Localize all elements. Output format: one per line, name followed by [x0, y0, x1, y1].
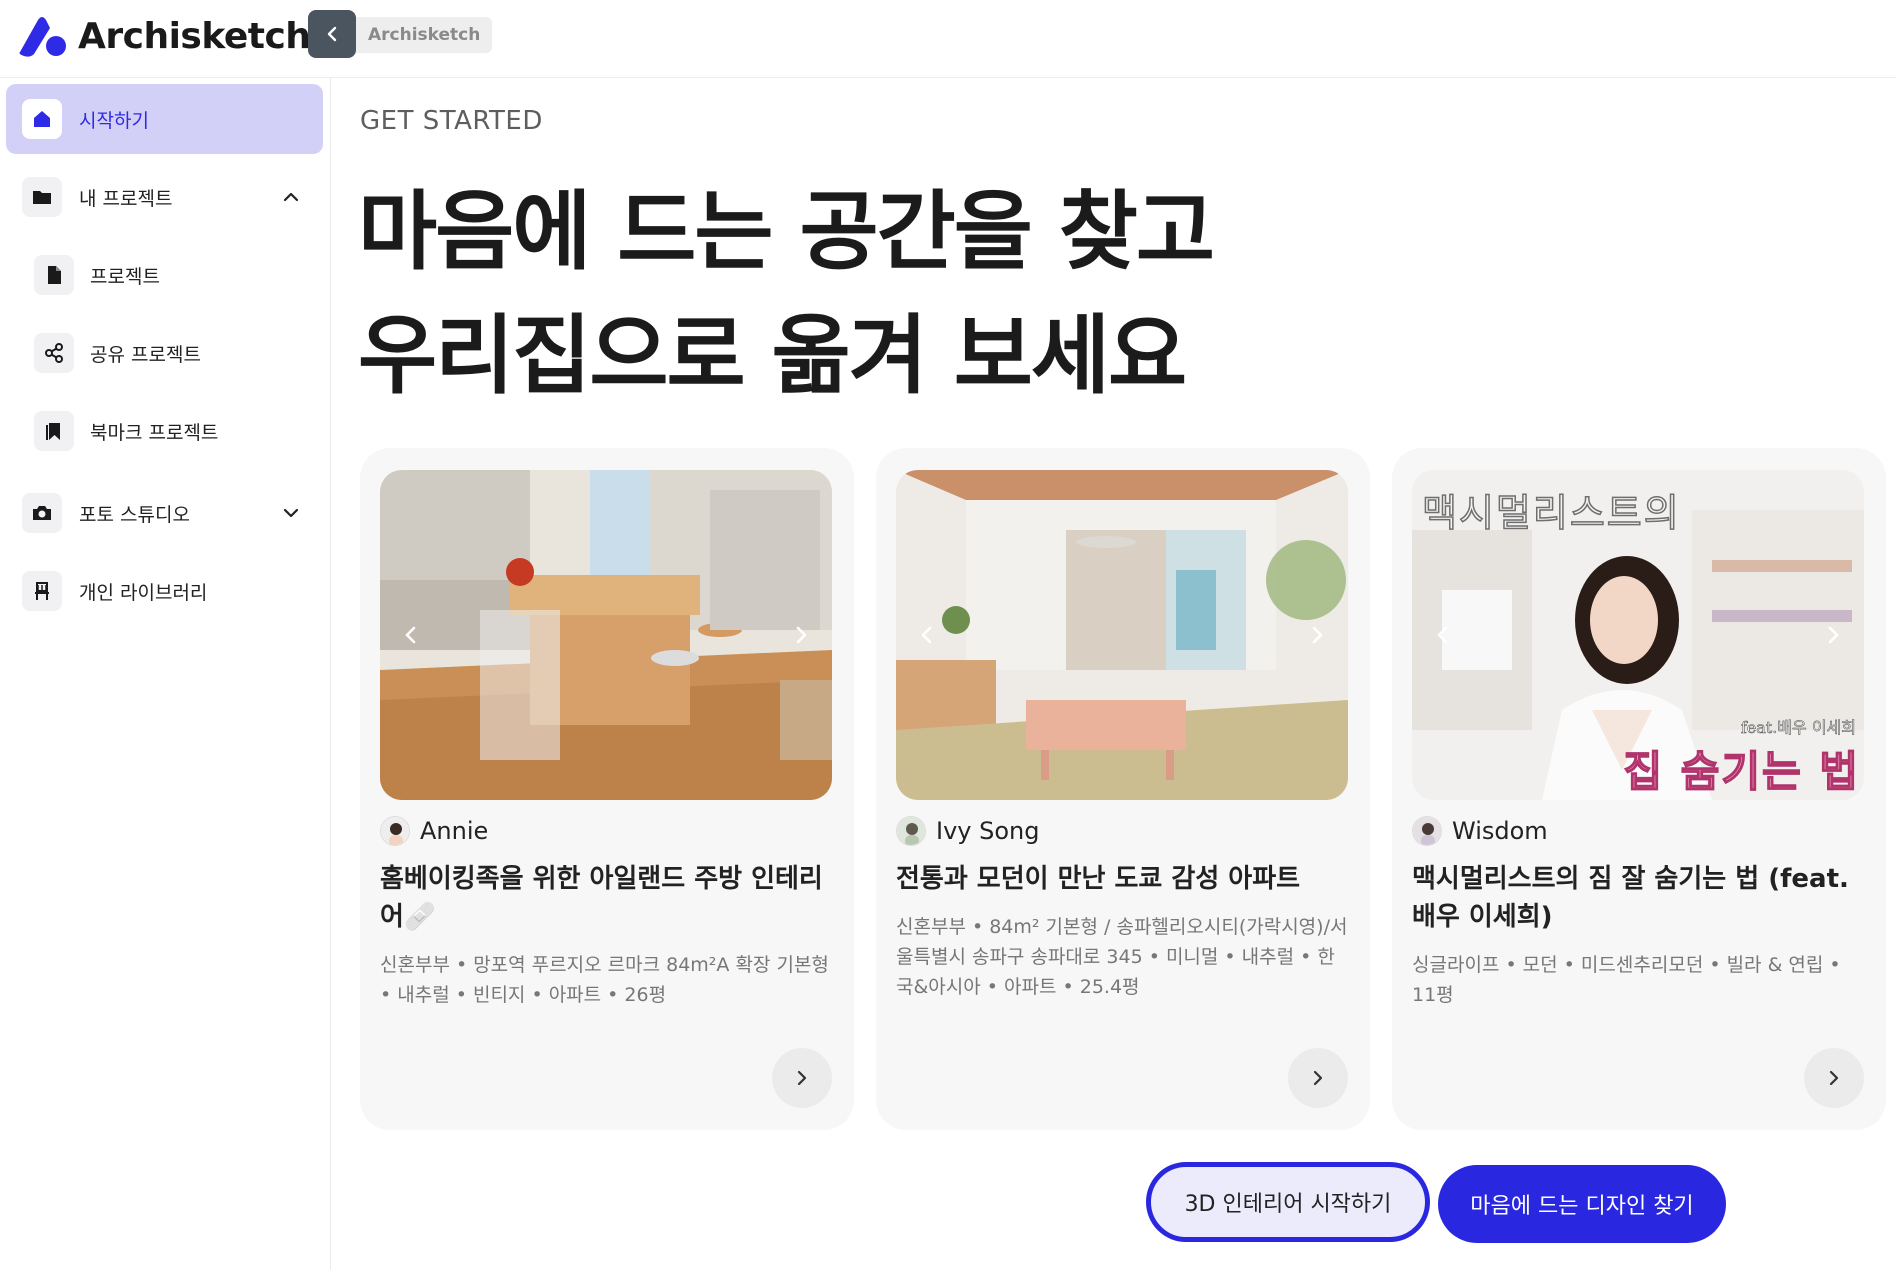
headline-line: 우리집으로 옮겨 보세요 [358, 306, 1187, 406]
carousel-prev-icon[interactable] [396, 620, 426, 650]
card-title[interactable]: 홈베이킹족을 위한 아일랜드 주방 인테리어🩹 [380, 860, 832, 936]
chevron-right-icon [797, 1070, 807, 1086]
app-logo[interactable]: Archisketch [16, 12, 311, 60]
thumbnail-caption-text: 집 숨기는 법 [1623, 746, 1860, 797]
card-tags: 신혼부부 • 84m² 기본형 / 송파헬리오시티(가락시영)/서울특별시 송파… [896, 916, 1348, 998]
design-card[interactable]: Ivy Song 전통과 모던이 만난 도쿄 감성 아파트 신혼부부 • 84m… [876, 448, 1370, 1130]
archisketch-logo-icon [19, 17, 66, 57]
card-title[interactable]: 맥시멀리스트의 짐 잘 숨기는 법 (feat. 배우 이세희) [1412, 860, 1864, 936]
card-photo[interactable] [896, 470, 1348, 800]
find-design-button[interactable]: 마음에 드는 디자인 찾기 [1438, 1165, 1726, 1243]
sidebar-item-label: 내 프로젝트 [79, 187, 173, 210]
chevron-left-icon [327, 26, 337, 42]
card-author[interactable]: Annie [380, 816, 488, 846]
chevron-up-icon[interactable] [281, 187, 301, 207]
card-open-button[interactable] [1288, 1048, 1348, 1108]
living-room-photo [896, 470, 1348, 800]
headline-line: 마음에 드는 공간을 찾고 [358, 182, 1215, 282]
share-icon [34, 333, 74, 373]
chair-icon [22, 571, 62, 611]
top-bar: Archisketch Archisketch [0, 0, 1896, 78]
carousel-prev-icon[interactable] [1428, 620, 1458, 650]
home-icon [22, 99, 62, 139]
sidebar-item-label: 공유 프로젝트 [90, 343, 201, 366]
sidebar-item-label: 개인 라이브러리 [79, 581, 208, 604]
card-author[interactable]: Ivy Song [896, 816, 1039, 846]
carousel-next-icon[interactable] [1302, 620, 1332, 650]
chevron-right-icon [1313, 1070, 1323, 1086]
author-name: Annie [420, 817, 489, 845]
app-name: Archisketch [78, 15, 311, 57]
avatar [896, 816, 926, 846]
breadcrumb: Archisketch [356, 17, 493, 53]
thumbnail-title-text: 맥시멀리스트의 [1421, 490, 1681, 536]
avatar [380, 816, 410, 846]
design-card[interactable]: Annie 홈베이킹족을 위한 아일랜드 주방 인테리어🩹 신혼부부 • 망포역… [360, 448, 854, 1130]
avatar [1412, 816, 1442, 846]
kitchen-photo [380, 470, 832, 800]
sidebar: 시작하기 내 프로젝트 프로젝트 공유 프로젝트 북마크 프로젝트 포토 스튜디… [0, 78, 331, 1270]
chevron-right-icon [1829, 1070, 1839, 1086]
sidebar-item-label: 시작하기 [79, 109, 149, 132]
carousel-next-icon[interactable] [786, 620, 816, 650]
section-eyebrow: GET STARTED [360, 106, 543, 136]
sidebar-collapse-button[interactable] [308, 10, 356, 58]
card-photo[interactable]: 맥시멀리스트의 feat.배우 이세희 집 숨기는 법 [1412, 470, 1864, 800]
card-photo[interactable] [380, 470, 832, 800]
sidebar-item-get-started[interactable]: 시작하기 [6, 84, 323, 154]
author-name: Wisdom [1452, 817, 1548, 845]
sidebar-item-label: 북마크 프로젝트 [90, 421, 219, 444]
sidebar-item-label: 프로젝트 [90, 265, 160, 288]
card-open-button[interactable] [1804, 1048, 1864, 1108]
sidebar-item-shared-projects[interactable]: 공유 프로젝트 [6, 318, 323, 388]
chevron-down-icon[interactable] [281, 503, 301, 523]
sidebar-item-my-projects[interactable]: 내 프로젝트 [6, 162, 323, 232]
card-tags: 싱글라이프 • 모던 • 미드센추리모던 • 빌라 & 연립 • 11평 [1412, 954, 1841, 1006]
card-title[interactable]: 전통과 모던이 만난 도쿄 감성 아파트 [896, 860, 1348, 898]
thumbnail-feat-text: feat.배우 이세희 [1740, 718, 1857, 738]
folder-icon [22, 177, 62, 217]
sidebar-item-label: 포토 스튜디오 [79, 503, 190, 526]
card-open-button[interactable] [772, 1048, 832, 1108]
sidebar-item-photo-studio[interactable]: 포토 스튜디오 [6, 478, 323, 548]
design-card[interactable]: 맥시멀리스트의 feat.배우 이세희 집 숨기는 법 Wisdom 맥시멀리스… [1392, 448, 1886, 1130]
card-tags: 신혼부부 • 망포역 푸르지오 르마크 84m²A 확장 기본형 • 내추럴 •… [380, 954, 829, 1006]
author-name: Ivy Song [936, 817, 1040, 845]
bookmark-icon [34, 411, 74, 451]
camera-icon [22, 493, 62, 533]
page-headline: 마음에 드는 공간을 찾고 우리집으로 옮겨 보세요 [358, 170, 1215, 418]
start-3d-interior-button[interactable]: 3D 인테리어 시작하기 [1146, 1162, 1430, 1242]
sidebar-item-personal-library[interactable]: 개인 라이브러리 [6, 556, 323, 626]
card-author[interactable]: Wisdom [1412, 816, 1548, 846]
file-icon [34, 255, 74, 295]
sidebar-item-bookmarked-projects[interactable]: 북마크 프로젝트 [6, 396, 323, 466]
carousel-next-icon[interactable] [1818, 620, 1848, 650]
sidebar-item-projects[interactable]: 프로젝트 [6, 240, 323, 310]
carousel-prev-icon[interactable] [912, 620, 942, 650]
